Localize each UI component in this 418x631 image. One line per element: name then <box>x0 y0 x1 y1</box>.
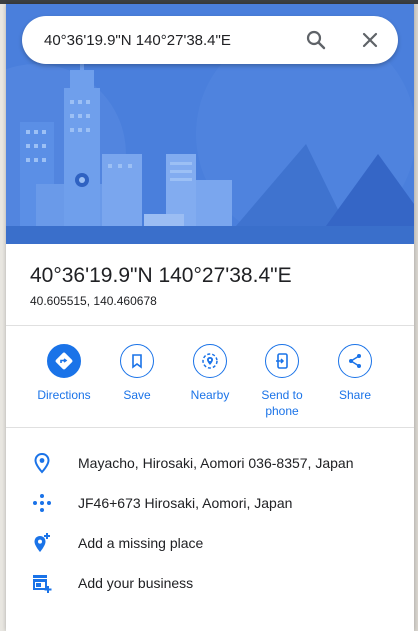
place-title: 40°36'19.9"N 140°27'38.4"E <box>30 264 292 287</box>
location-pin-icon <box>30 451 54 475</box>
divider <box>6 325 414 326</box>
place-panel: 40°36'19.9"N 140°27'38.4"E 40.605515, 14… <box>6 4 414 631</box>
nearby-button[interactable]: Nearby <box>174 344 246 403</box>
plus-code-text: JF46+673 Hirosaki, Aomori, Japan <box>78 495 293 511</box>
add-place-icon <box>30 531 54 555</box>
share-icon <box>338 344 372 378</box>
search-icon[interactable] <box>304 28 328 52</box>
send-to-phone-label: Send to phone <box>261 388 303 418</box>
add-business-text: Add your business <box>78 575 194 591</box>
share-button[interactable]: Share <box>319 344 391 403</box>
add-business-row[interactable]: Add your business <box>6 563 414 603</box>
hero-illustration <box>6 4 414 244</box>
send-to-phone-icon <box>265 344 299 378</box>
directions-button[interactable]: Directions <box>28 344 100 403</box>
send-to-phone-button[interactable]: Send to phone <box>246 344 318 419</box>
address-text: Mayacho, Hirosaki, Aomori 036-8357, Japa… <box>78 455 354 471</box>
directions-label: Directions <box>37 388 91 402</box>
divider <box>6 427 414 428</box>
map-edge[interactable] <box>414 4 418 631</box>
plus-code-row[interactable]: JF46+673 Hirosaki, Aomori, Japan <box>6 483 414 523</box>
nearby-icon <box>193 344 227 378</box>
search-box <box>22 16 398 64</box>
close-icon[interactable] <box>358 28 382 52</box>
directions-icon <box>47 344 81 378</box>
plus-code-icon <box>30 491 54 515</box>
save-label: Save <box>123 388 151 402</box>
decimal-coordinates: 40.605515, 140.460678 <box>30 294 157 308</box>
save-button[interactable]: Save <box>101 344 173 403</box>
add-business-icon <box>30 571 54 595</box>
search-input[interactable] <box>44 28 294 52</box>
add-missing-place-text: Add a missing place <box>78 535 204 551</box>
address-row[interactable]: Mayacho, Hirosaki, Aomori 036-8357, Japa… <box>6 443 414 483</box>
bookmark-icon <box>120 344 154 378</box>
share-label: Share <box>338 388 372 402</box>
nearby-label: Nearby <box>190 388 230 402</box>
add-missing-place-row[interactable]: Add a missing place <box>6 523 414 563</box>
